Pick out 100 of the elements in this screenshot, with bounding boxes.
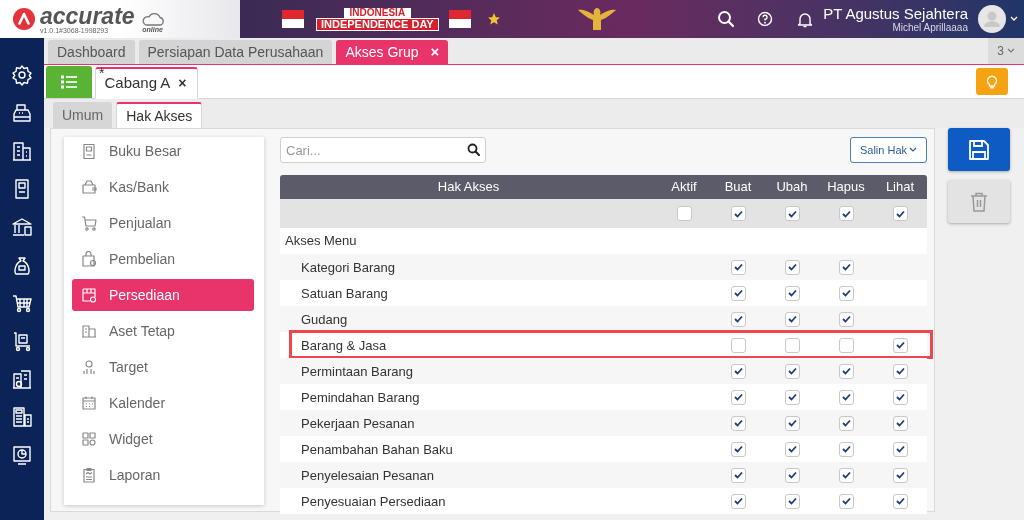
check-icon [895,209,905,218]
checkbox[interactable] [730,467,746,483]
menu-item[interactable]: Persediaan [72,279,254,311]
checkbox[interactable] [838,415,854,431]
check-icon [787,367,797,375]
check-icon [733,315,743,323]
checkbox[interactable] [784,389,800,405]
close-tab-icon[interactable]: × [430,40,440,64]
check-icon [895,497,905,505]
checkbox[interactable] [892,441,908,457]
check-icon [841,315,851,323]
checkbox[interactable] [730,415,746,431]
checkbox[interactable] [838,363,854,379]
search-icon[interactable] [467,143,480,156]
save-button[interactable] [948,128,1010,171]
avatar-icon[interactable] [978,5,1006,33]
banner-subtitle: INDEPENDENCE DAY [316,17,439,31]
module-tab[interactable]: Persiapan Data Perusahaan [138,40,333,64]
notification-bell-icon[interactable] [796,10,813,28]
checkbox[interactable] [730,389,746,405]
hand-truck-icon[interactable] [11,330,33,352]
checkbox[interactable] [784,206,800,221]
menu-item[interactable]: Laporan [72,459,254,491]
checkbox[interactable] [838,467,854,483]
user-name: Michel Aprillaaaa [892,22,968,33]
checkbox[interactable] [838,337,854,353]
menu-item[interactable]: Aset Tetap [72,315,254,347]
checkbox[interactable] [892,467,908,483]
checkbox[interactable] [730,441,746,457]
menu-item[interactable]: Kas/Bank [72,171,254,203]
tab-count[interactable]: 3 [997,42,1004,60]
document-tab[interactable]: *Cabang A × [95,67,198,99]
checkbox[interactable] [784,441,800,457]
cash-register-icon[interactable] [11,102,33,124]
report-chart-icon[interactable] [11,444,33,466]
sub-tab[interactable]: Hak Akses [116,102,203,128]
checkbox[interactable] [892,363,908,379]
checkbox[interactable] [892,206,908,221]
search-field[interactable]: Cari... [280,137,486,163]
checkbox[interactable] [730,259,746,275]
bank-icon[interactable] [11,216,33,238]
checkbox[interactable] [838,493,854,509]
list-icon [61,75,77,89]
sub-tab[interactable]: Umum [53,102,113,128]
check-icon [787,263,797,271]
checkbox[interactable] [838,441,854,457]
checkbox[interactable] [730,206,746,221]
check-icon [787,393,797,401]
flag-icon [446,8,473,30]
checkbox[interactable] [838,311,854,327]
menu-item[interactable]: Penjualan [72,207,254,239]
checkbox[interactable] [784,337,800,353]
checkbox[interactable] [892,493,908,509]
checkbox[interactable] [730,285,746,301]
checkbox[interactable] [838,259,854,275]
module-tab[interactable]: Akses Grup × [336,40,449,64]
checkbox[interactable] [784,467,800,483]
checkbox[interactable] [892,337,908,353]
checkbox[interactable] [730,493,746,509]
row-label: Kategori Barang [301,260,395,275]
tax-document-icon[interactable] [11,406,33,428]
close-tab-icon[interactable]: × [178,73,187,94]
checkbox[interactable] [838,285,854,301]
check-icon [733,471,743,479]
check-icon [895,367,905,375]
module-tab[interactable]: Dashboard [48,40,135,64]
section-heading: Akses Menu [284,232,357,251]
checkbox[interactable] [892,389,908,405]
check-icon [787,209,797,218]
checkbox[interactable] [730,363,746,379]
search-icon[interactable] [716,10,735,28]
column-header: Hak Akses [436,178,501,197]
checkbox[interactable] [784,259,800,275]
checkbox[interactable] [838,206,854,221]
menu-item[interactable]: Buku Besar [72,137,254,167]
book-icon [81,143,97,159]
help-icon[interactable] [756,11,773,27]
check-icon [787,315,797,323]
gear-icon[interactable] [11,64,33,86]
menu-item[interactable]: Kalender [72,387,254,419]
checkbox[interactable] [784,363,800,379]
checkbox[interactable] [730,337,746,353]
check-icon [841,209,851,218]
checkbox[interactable] [784,415,800,431]
checkbox[interactable] [784,285,800,301]
checkbox[interactable] [730,311,746,327]
copy-rights-button[interactable]: Salin Hak [849,137,927,163]
checkbox[interactable] [784,311,800,327]
checkbox[interactable] [892,415,908,431]
checkbox[interactable] [838,389,854,405]
menu-item[interactable]: Widget [72,423,254,455]
checkbox[interactable] [676,206,692,221]
check-icon [841,367,851,375]
money-bag-icon[interactable] [11,254,33,276]
checkbox[interactable] [784,493,800,509]
menu-item[interactable]: Target [72,351,254,383]
warehouse-icon[interactable] [11,368,33,390]
menu-item[interactable]: Pembelian [72,243,254,275]
shopping-cart-icon[interactable] [11,292,33,314]
office-building-icon[interactable] [11,140,33,162]
